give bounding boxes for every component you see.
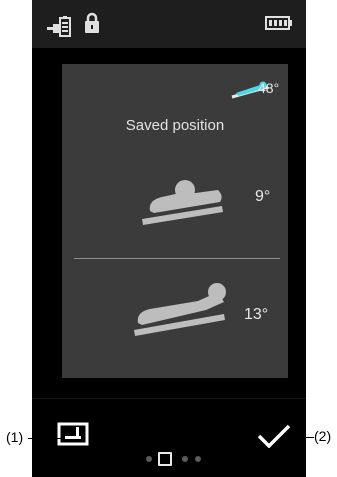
position-2-angle: 13° [244, 306, 269, 323]
battery-full-icon [265, 16, 292, 30]
position-1-angle: 9° [255, 188, 271, 205]
lock-icon [85, 12, 99, 33]
bed-inclined-icon [134, 283, 226, 336]
position-divider [74, 258, 280, 259]
status-bar [32, 0, 306, 48]
callout-label-2: (2) [314, 428, 332, 444]
page-dot-4[interactable] [195, 456, 201, 462]
callout-line-1 [28, 438, 64, 439]
page-dot-1[interactable] [146, 456, 152, 462]
toolbar-divider [32, 398, 306, 399]
save-button[interactable] [57, 422, 89, 446]
callout-label-1: (1) [6, 429, 24, 445]
head-angle-value: 48° [258, 80, 280, 96]
plug-battery-icon [47, 16, 71, 37]
page-dot-2-active[interactable] [158, 452, 172, 466]
bed-flat-icon [142, 180, 223, 225]
callout-line-2 [290, 437, 314, 438]
device-screen: 48° Saved position 9° 13° [32, 0, 306, 477]
panel-title: Saved position [125, 117, 225, 134]
saved-position-panel: 48° Saved position 9° 13° [62, 64, 288, 378]
page-dot-3[interactable] [182, 456, 188, 462]
confirm-button[interactable] [257, 424, 291, 448]
